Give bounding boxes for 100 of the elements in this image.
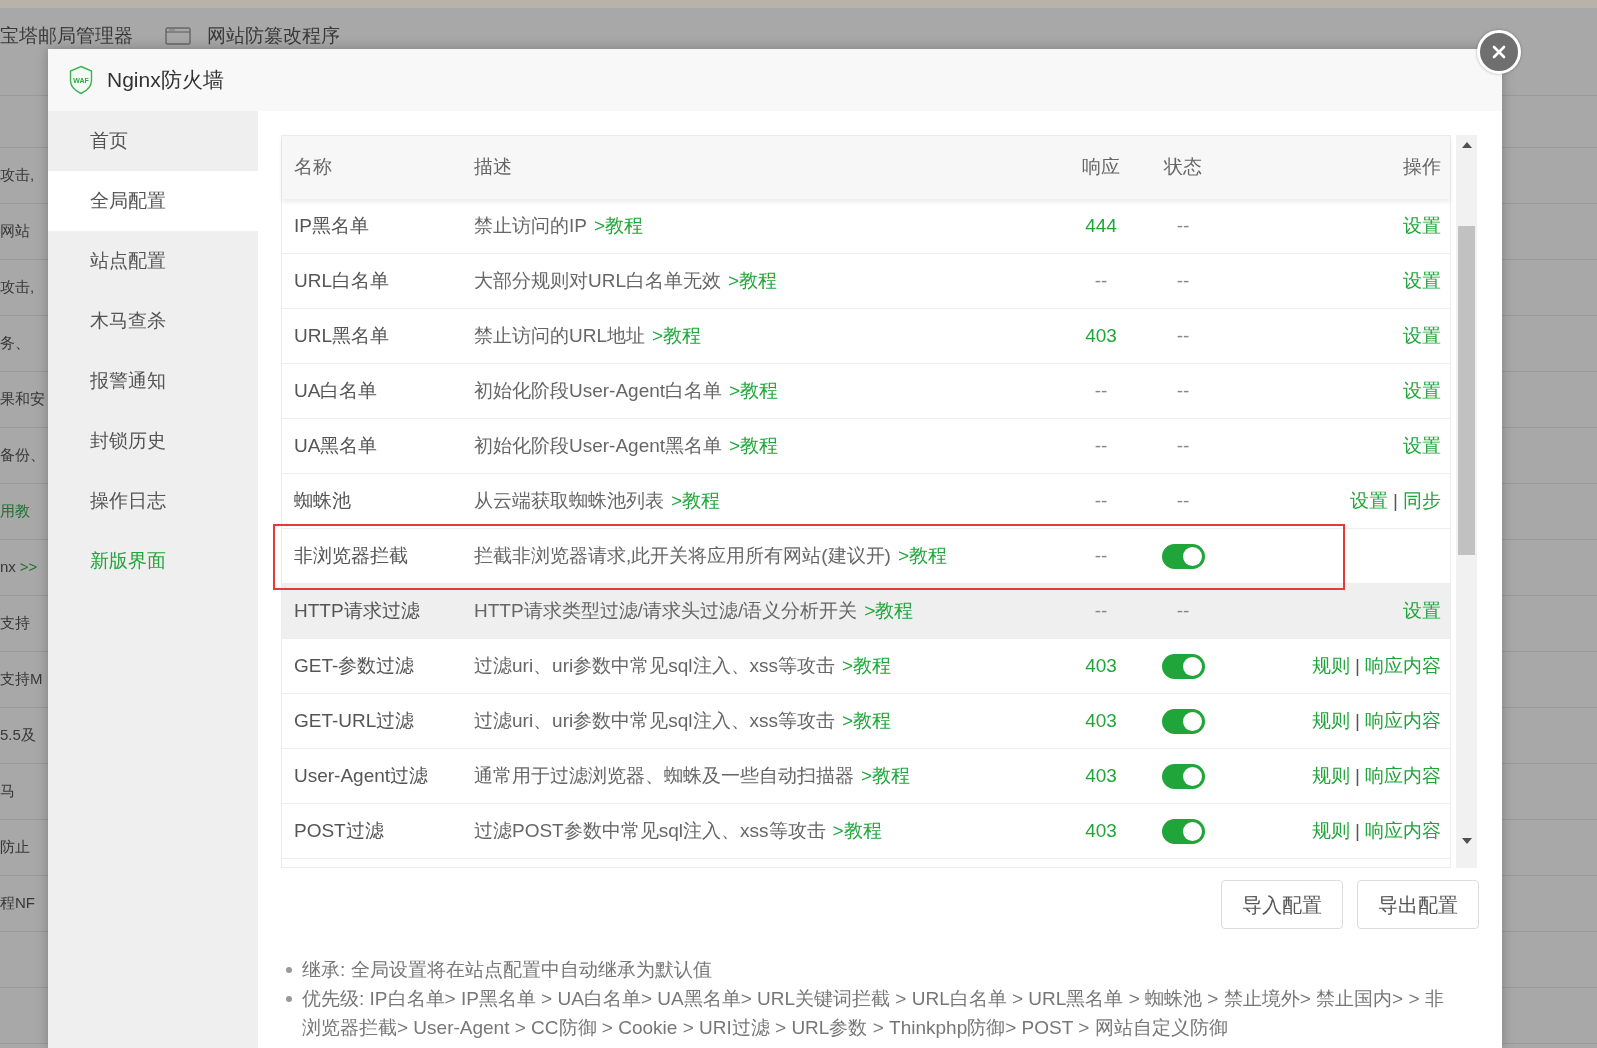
background-text: 支持M	[0, 669, 43, 690]
description-text: 从云端获取蜘蛛池列表	[474, 489, 664, 511]
tutorial-link[interactable]: >教程	[652, 324, 702, 346]
description-text: HTTP请求类型过滤/请求头过滤/语义分析开关	[474, 599, 858, 621]
toggle-switch[interactable]	[1161, 653, 1205, 679]
action-link[interactable]: 规则	[1312, 816, 1351, 846]
sidebar-item[interactable]: 全局配置	[48, 171, 258, 231]
tutorial-link[interactable]: >教程	[897, 544, 948, 566]
status-text: --	[1176, 378, 1190, 403]
close-icon	[1491, 44, 1507, 60]
background-text: 程NF	[0, 893, 35, 914]
action-link[interactable]: 设置	[1350, 486, 1389, 516]
separator-text: |	[1393, 488, 1398, 513]
action-link[interactable]: 设置	[1403, 596, 1441, 626]
background-text: 果和安	[0, 389, 45, 410]
tutorial-link[interactable]: >教程	[864, 599, 914, 621]
tutorial-link[interactable]: >教程	[728, 269, 778, 291]
response-code: --	[1094, 544, 1108, 566]
action-link[interactable]: 响应内容	[1365, 816, 1441, 846]
rule-name: URL白名单	[294, 269, 389, 291]
toggle-switch[interactable]	[1161, 543, 1205, 569]
response-code: --	[1094, 434, 1108, 456]
action-link[interactable]: 设置	[1403, 321, 1441, 351]
tutorial-link[interactable]: >教程	[593, 214, 644, 236]
window-icon	[165, 27, 191, 45]
background-text: 攻击,	[0, 165, 35, 186]
action-link[interactable]: 设置	[1403, 376, 1441, 406]
response-code: --	[1094, 269, 1108, 291]
tutorial-link[interactable]: >教程	[729, 434, 779, 456]
response-code: 444	[1085, 214, 1117, 236]
background-text: 防止	[0, 837, 30, 858]
rule-name: GET-URL过滤	[294, 709, 415, 731]
description-text: 大部分规则对URL白名单无效	[474, 269, 721, 291]
response-code: 403	[1085, 324, 1117, 346]
response-code: 403	[1085, 764, 1117, 786]
description-text: 过滤POST参数中常见sql注入、xss等攻击	[474, 819, 826, 841]
toggle-switch[interactable]	[1161, 818, 1205, 844]
status-text: --	[1176, 433, 1190, 458]
action-link[interactable]: 设置	[1403, 211, 1441, 241]
rule-name: User-Agent过滤	[294, 764, 429, 786]
bullet-icon	[286, 967, 292, 973]
action-link[interactable]: 同步	[1403, 486, 1441, 516]
action-link[interactable]: 响应内容	[1365, 761, 1441, 791]
rule-name: POST过滤	[294, 819, 384, 841]
separator-text: |	[1355, 708, 1360, 733]
column-header: 操作	[1403, 155, 1441, 180]
rule-name: GET-参数过滤	[294, 654, 415, 676]
config-button[interactable]: 导入配置	[1221, 880, 1343, 929]
rule-name: IP黑名单	[294, 214, 369, 236]
action-link[interactable]: 规则	[1312, 761, 1351, 791]
status-text: --	[1176, 488, 1190, 513]
description-text: 过滤uri、uri参数中常见sql注入、xss等攻击	[474, 709, 836, 731]
action-link[interactable]: 设置	[1403, 266, 1441, 296]
column-header: 名称	[294, 156, 332, 178]
scrollbar[interactable]	[1456, 135, 1477, 868]
tutorial-link[interactable]: >教程	[832, 819, 882, 841]
column-header: 响应	[1082, 156, 1120, 178]
action-link[interactable]: 响应内容	[1365, 651, 1441, 681]
tutorial-link[interactable]: >教程	[861, 764, 911, 786]
background-text: 网站	[0, 221, 30, 242]
description-text: 初始化阶段User-Agent黑名单	[474, 434, 723, 456]
action-link[interactable]: 规则	[1312, 706, 1351, 736]
response-code: --	[1094, 599, 1108, 621]
separator-text: |	[1355, 818, 1360, 843]
description-text: 通常用于过滤浏览器、蜘蛛及一些自动扫描器	[474, 764, 854, 786]
response-code: --	[1094, 379, 1108, 401]
tutorial-link[interactable]: >教程	[842, 654, 892, 676]
scroll-up-icon[interactable]	[1461, 142, 1472, 148]
toggle-switch[interactable]	[1161, 763, 1205, 789]
tutorial-link[interactable]: >教程	[842, 709, 892, 731]
action-link[interactable]: 规则	[1312, 651, 1351, 681]
background-text: 马	[0, 781, 15, 802]
rule-name: URL黑名单	[294, 324, 389, 346]
column-header: 描述	[474, 156, 512, 178]
bullet-icon	[286, 996, 292, 1002]
response-code: 403	[1085, 654, 1117, 676]
status-text: --	[1176, 268, 1190, 293]
action-link[interactable]: 设置	[1403, 431, 1441, 461]
action-link[interactable]: 响应内容	[1365, 706, 1441, 736]
description-text: 禁止访问的URL地址	[474, 324, 645, 346]
close-button[interactable]	[1477, 30, 1521, 74]
separator-text: |	[1355, 653, 1360, 678]
rule-name: UA白名单	[294, 379, 378, 401]
description-text: 禁止访问的IP	[474, 214, 587, 236]
rule-name: HTTP请求过滤	[294, 599, 420, 621]
scroll-down-icon[interactable]	[1461, 838, 1472, 844]
status-text: --	[1176, 323, 1190, 348]
note-text: 继承: 全局设置将在站点配置中自动继承为默认值	[302, 958, 712, 982]
scrollbar-thumb[interactable]	[1458, 226, 1475, 555]
background-text: 支持	[0, 613, 30, 634]
menu-text: 宝塔邮局管理器	[0, 25, 133, 47]
tutorial-link[interactable]: >教程	[671, 489, 721, 511]
response-code: 403	[1085, 709, 1117, 731]
description-text: 初始化阶段User-Agent白名单	[474, 379, 723, 401]
tutorial-link[interactable]: >教程	[729, 379, 779, 401]
separator-text: |	[1355, 763, 1360, 788]
background-text: 用教	[0, 501, 30, 522]
menu-text: 网站防篡改程序	[207, 25, 340, 47]
config-button[interactable]: 导出配置	[1357, 880, 1479, 929]
toggle-switch[interactable]	[1161, 708, 1205, 734]
